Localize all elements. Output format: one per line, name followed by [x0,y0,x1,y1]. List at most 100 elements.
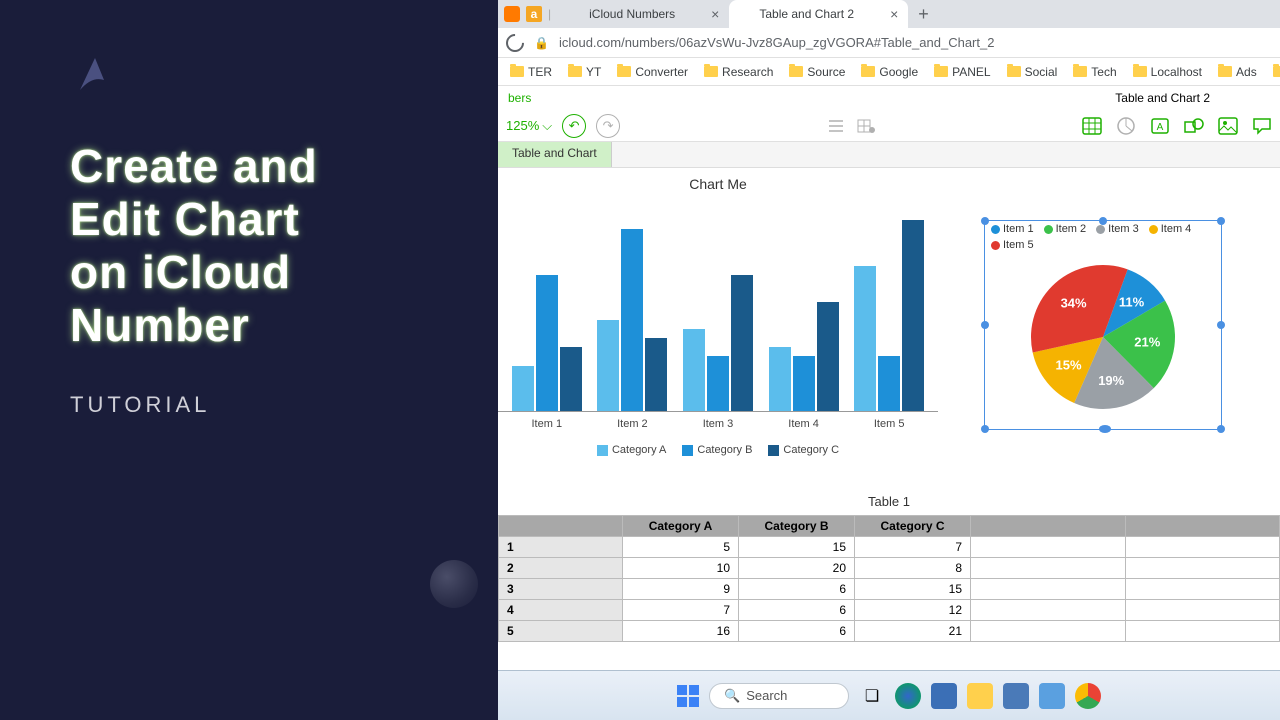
table-cell[interactable]: 12 [855,600,971,621]
undo-button[interactable]: ↶ [562,114,586,138]
taskbar-search[interactable]: 🔍Search [709,683,849,709]
table-row[interactable]: 516621 [499,621,1280,642]
url-text[interactable]: icloud.com/numbers/06azVsWu-Jvz8GAup_zgV… [559,35,995,50]
list-icon[interactable] [827,119,845,133]
table-cell[interactable]: 6 [739,579,855,600]
table-cell[interactable]: 20 [739,558,855,579]
table-header[interactable]: Category B [739,516,855,537]
selection-handle[interactable] [981,321,989,329]
zoom-dropdown[interactable]: 125% ⌵ [506,118,552,134]
table-header[interactable] [1125,516,1280,537]
selection-handle[interactable] [1217,425,1225,433]
chrome-icon[interactable] [1075,683,1101,709]
row-header[interactable]: 4 [499,600,623,621]
bookmark-item[interactable]: Research [698,63,779,81]
bookmark-item[interactable]: Social [1001,63,1064,81]
bookmark-item[interactable]: Source [783,63,851,81]
table-cell[interactable] [971,621,1126,642]
apple-favicon-icon [569,7,583,21]
row-header[interactable]: 5 [499,621,623,642]
table-header[interactable]: Category A [623,516,739,537]
bookmark-item[interactable]: Google [855,63,924,81]
selection-handle[interactable] [1217,217,1225,225]
table-cell[interactable]: 15 [855,579,971,600]
bookmark-item[interactable]: Converter [611,63,694,81]
close-tab-icon[interactable]: × [711,6,719,22]
table-cell[interactable] [971,537,1126,558]
table-row[interactable]: 39615 [499,579,1280,600]
lock-icon[interactable]: 🔒 [534,36,549,50]
edge-icon[interactable] [895,683,921,709]
selection-handle[interactable] [981,217,989,225]
close-tab-icon[interactable]: × [890,6,898,22]
app-icon[interactable] [1003,683,1029,709]
table-row[interactable]: 47612 [499,600,1280,621]
chart-tool-icon[interactable] [1116,117,1136,135]
shape-tool-icon[interactable] [1184,117,1204,135]
media-tool-icon[interactable] [1218,117,1238,135]
pie-chart-selected[interactable]: Item 1Item 2Item 3Item 4Item 5 11%21%19%… [984,220,1222,430]
table-cell[interactable]: 5 [623,537,739,558]
table-cell[interactable] [1125,537,1280,558]
file-explorer-icon[interactable] [967,683,993,709]
browser-tab-active[interactable]: Table and Chart 2 × [729,0,908,28]
table-header[interactable]: Category C [855,516,971,537]
bookmark-item[interactable]: TER [504,63,558,81]
app-icon[interactable] [1039,683,1065,709]
row-header[interactable]: 1 [499,537,623,558]
browser-tab[interactable]: iCloud Numbers × [559,0,729,28]
table-tool-icon[interactable] [1082,117,1102,135]
table-cell[interactable]: 7 [855,537,971,558]
start-button[interactable] [677,685,699,707]
pinned-tab-icon[interactable] [504,6,520,22]
table-cell[interactable] [971,558,1126,579]
comment-tool-icon[interactable] [1252,117,1272,135]
table-row[interactable]: 15157 [499,537,1280,558]
reload-icon[interactable] [502,30,527,55]
table-cell[interactable]: 10 [623,558,739,579]
data-table[interactable]: Category ACategory BCategory C 151572102… [498,515,1280,642]
bookmark-item[interactable]: Localhost [1127,63,1208,81]
table-header[interactable] [499,516,623,537]
sheet-tab[interactable]: Table and Chart [498,142,612,167]
bookmark-item[interactable]: YT [562,63,607,81]
bar-chart[interactable]: Chart Me Item 1Item 2Item 3Item 4Item 5 … [498,176,938,456]
insert-table-icon[interactable] [857,119,875,133]
table-header[interactable] [971,516,1126,537]
text-tool-icon[interactable]: A [1150,117,1170,135]
table-cell[interactable]: 21 [855,621,971,642]
table-cell[interactable] [971,579,1126,600]
bookmark-item[interactable]: F7 [1267,63,1280,81]
table-cell[interactable] [1125,579,1280,600]
new-tab-button[interactable]: + [908,4,939,25]
table-row[interactable]: 210208 [499,558,1280,579]
row-header[interactable]: 3 [499,579,623,600]
table-cell[interactable]: 8 [855,558,971,579]
bookmark-item[interactable]: PANEL [928,63,996,81]
table-cell[interactable] [1125,600,1280,621]
table-cell[interactable]: 16 [623,621,739,642]
table-cell[interactable]: 9 [623,579,739,600]
redo-button[interactable]: ↷ [596,114,620,138]
spreadsheet-canvas[interactable]: Chart Me Item 1Item 2Item 3Item 4Item 5 … [498,168,1280,698]
selection-handle[interactable] [1099,425,1111,433]
row-header[interactable]: 2 [499,558,623,579]
bar-chart-legend: Category ACategory BCategory C [498,444,938,456]
table-cell[interactable] [1125,621,1280,642]
task-view-icon[interactable]: ❏ [859,683,885,709]
selection-handle[interactable] [1099,217,1107,225]
app-icon[interactable] [931,683,957,709]
table-cell[interactable] [971,600,1126,621]
table-cell[interactable]: 6 [739,621,855,642]
bookmark-item[interactable]: Tech [1067,63,1122,81]
back-link[interactable]: bers [508,91,531,105]
document-title[interactable]: Table and Chart 2 [1115,91,1210,105]
bookmark-item[interactable]: Ads [1212,63,1263,81]
pinned-tab-icon[interactable]: a [526,6,542,22]
table-cell[interactable]: 6 [739,600,855,621]
table-cell[interactable]: 7 [623,600,739,621]
table-cell[interactable] [1125,558,1280,579]
selection-handle[interactable] [981,425,989,433]
table-cell[interactable]: 15 [739,537,855,558]
selection-handle[interactable] [1217,321,1225,329]
